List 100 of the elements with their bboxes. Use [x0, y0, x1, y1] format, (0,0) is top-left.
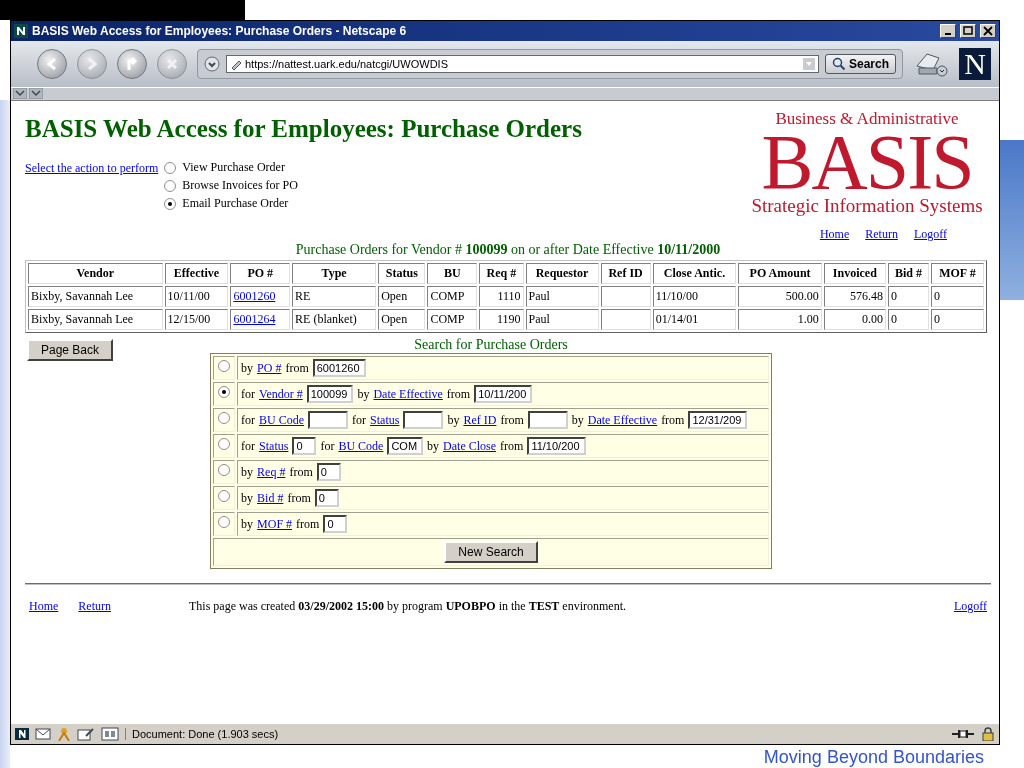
table-cell: Paul	[525, 286, 599, 307]
input-field[interactable]: 100099	[306, 385, 354, 403]
table-cell: 1110	[479, 286, 524, 307]
input-field[interactable]: 0	[316, 463, 341, 481]
nav-link[interactable]: Return	[865, 227, 898, 242]
radio-button[interactable]	[164, 161, 177, 174]
radio-button[interactable]	[218, 438, 231, 450]
search-label: by	[241, 490, 254, 506]
collapse-toggle-icon[interactable]	[29, 88, 43, 99]
page-back-button[interactable]: Page Back	[27, 339, 114, 361]
collapse-toggle-icon[interactable]	[13, 88, 27, 99]
nav-link[interactable]: Logoff	[913, 227, 947, 242]
table-cell: 01/14/01	[652, 309, 737, 330]
history-dropdown-icon[interactable]	[204, 56, 220, 72]
input-field[interactable]	[403, 411, 444, 429]
input-field[interactable]	[527, 411, 568, 429]
column-header: Requestor	[525, 263, 599, 284]
url-field[interactable]: https://nattest.uark.edu/natcgi/UWOWDIS	[226, 55, 819, 73]
field-link[interactable]: BU Code	[338, 438, 384, 454]
field-link[interactable]: Date Effective	[587, 412, 658, 428]
input-field[interactable]: COM	[387, 437, 424, 455]
slide-tagline: Moving Beyond Boundaries	[763, 746, 984, 768]
page-icon	[230, 58, 242, 70]
field-link[interactable]: Req #	[257, 464, 286, 480]
field-link[interactable]: Status	[259, 438, 289, 454]
field-link[interactable]: Status	[370, 412, 400, 428]
input-field[interactable]: 6001260	[312, 359, 366, 377]
column-header: Effective	[164, 263, 229, 284]
field-link[interactable]: Date Effective	[373, 386, 443, 402]
mail-icon[interactable]	[35, 728, 51, 740]
field-link[interactable]: Date Close	[443, 438, 497, 454]
input-field[interactable]: 12/31/209	[688, 411, 748, 429]
table-cell: Bixby, Savannah Lee	[28, 286, 163, 307]
radio-button[interactable]	[218, 464, 231, 476]
search-label: from	[289, 464, 313, 480]
search-button[interactable]: Search	[824, 54, 896, 74]
search-icon	[831, 57, 846, 71]
search-label: for	[241, 412, 256, 428]
radio-button[interactable]	[218, 386, 231, 398]
search-label: from	[661, 412, 685, 428]
table-cell: Open	[378, 286, 426, 307]
search-label: from	[500, 412, 524, 428]
connection-icon	[951, 728, 975, 740]
field-link[interactable]: Vendor #	[259, 386, 303, 402]
page-heading: BASIS Web Access for Employees: Purchase Orders	[25, 115, 582, 143]
action-link[interactable]: Select the action to perform	[25, 161, 159, 210]
lock-icon[interactable]	[981, 727, 995, 741]
nav-link[interactable]: Home	[819, 227, 850, 242]
radio-button[interactable]	[164, 197, 177, 210]
compose-icon[interactable]	[77, 727, 95, 741]
table-cell: Bixby, Savannah Lee	[28, 309, 163, 330]
radio-button[interactable]	[164, 179, 177, 192]
input-field[interactable]: 0	[314, 489, 339, 507]
table-cell: Open	[378, 309, 426, 330]
table-cell: 0	[930, 309, 984, 330]
search-label: by	[427, 438, 440, 454]
brand-logo[interactable]: N	[959, 48, 991, 80]
search-label: from	[285, 360, 309, 376]
new-search-button[interactable]: New Search	[444, 541, 538, 563]
column-header: Invoiced	[823, 263, 886, 284]
search-label: for	[352, 412, 367, 428]
input-field[interactable]: 10/11/200	[474, 385, 533, 403]
radio-button[interactable]	[218, 412, 231, 424]
column-header: Close Antic.	[652, 263, 737, 284]
search-label: for	[320, 438, 335, 454]
radio-label: Browse Invoices for PO	[182, 178, 298, 193]
input-field[interactable]: 0	[323, 515, 348, 533]
search-label: from	[500, 438, 524, 454]
radio-button[interactable]	[218, 516, 231, 528]
table-cell: 0.00	[823, 309, 886, 330]
search-label: from	[296, 516, 320, 532]
radio-button[interactable]	[218, 360, 231, 372]
radio-label: Email Purchase Order	[182, 196, 289, 211]
table-cell: 12/15/00	[164, 309, 229, 330]
column-header: BU	[427, 263, 478, 284]
table-cell: Paul	[525, 309, 599, 330]
input-field[interactable]: 11/10/200	[527, 437, 586, 455]
navigator-icon[interactable]	[15, 728, 29, 740]
table-cell: RE	[292, 286, 377, 307]
table-cell: 0	[887, 309, 929, 330]
field-link[interactable]: Ref ID	[463, 412, 497, 428]
footer-note: This page was created 03/29/2002 15:00 by program UPOBPO in the TEST environment.	[189, 599, 627, 614]
input-field[interactable]: 0	[292, 437, 317, 455]
footer-link[interactable]: Return	[78, 599, 111, 614]
footer-link[interactable]: Home	[29, 599, 59, 614]
radio-button[interactable]	[218, 490, 231, 502]
search-label: by	[241, 360, 254, 376]
search-label: by	[447, 412, 460, 428]
field-link[interactable]: BU Code	[259, 412, 305, 428]
table-caption: Purchase Orders for Vendor # 100099 on or after Date Effective 10/11/2000	[294, 242, 722, 258]
logoff-link[interactable]: Logoff	[953, 599, 987, 614]
input-field[interactable]	[308, 411, 349, 429]
address-book-icon[interactable]	[101, 727, 119, 741]
field-link[interactable]: PO #	[257, 360, 282, 376]
table-cell: RE (blanket)	[292, 309, 377, 330]
column-header: Ref ID	[600, 263, 651, 284]
field-link[interactable]: Bid #	[257, 490, 284, 506]
table-cell: 11/10/00	[652, 286, 737, 307]
print-icon[interactable]	[913, 50, 949, 78]
field-link[interactable]: MOF #	[257, 516, 293, 532]
